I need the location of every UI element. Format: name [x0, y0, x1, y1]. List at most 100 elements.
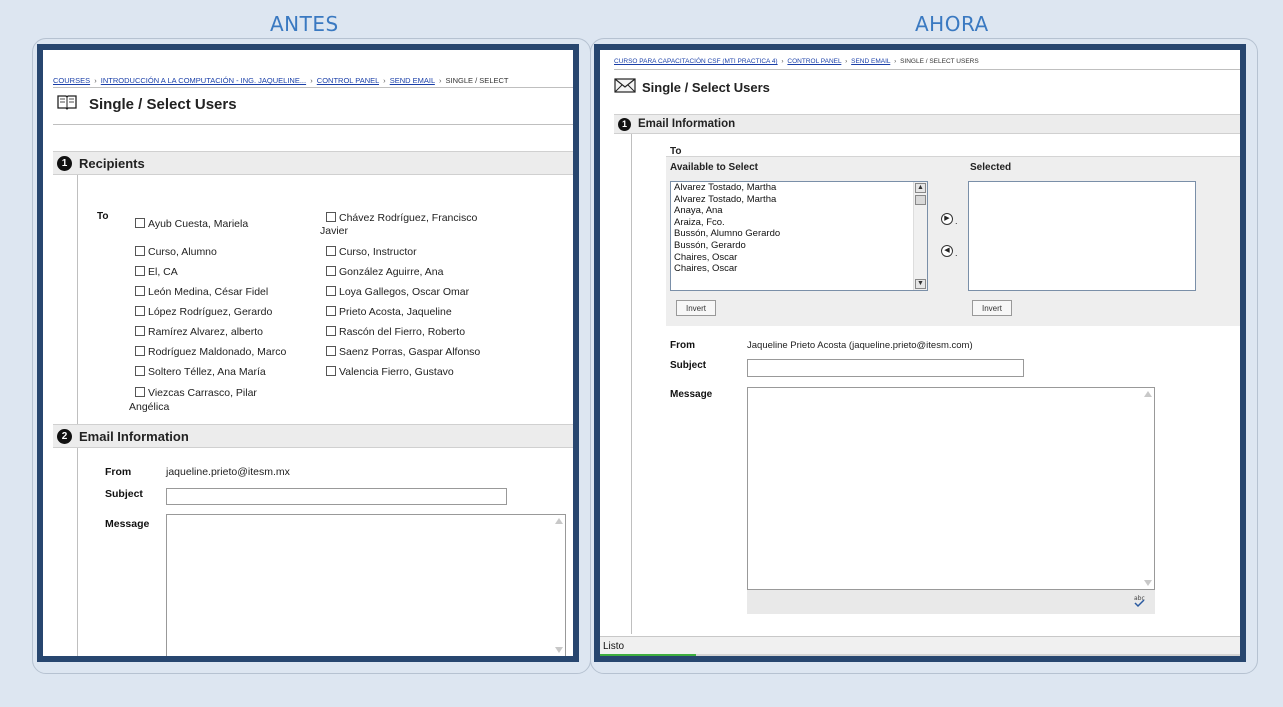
step-number: 1 — [618, 117, 631, 131]
checkbox[interactable] — [135, 326, 145, 336]
message-textarea[interactable] — [747, 387, 1155, 590]
recipient-checkbox[interactable]: Viezcas Carrasco, Pilar — [135, 387, 257, 400]
checkbox[interactable] — [326, 212, 336, 222]
checkbox[interactable] — [135, 218, 145, 228]
breadcrumb-course[interactable]: CURSO PARA CAPACITACIÓN CSF (MTI PRACTIC… — [614, 58, 778, 65]
recipient-checkbox[interactable]: González Aguirre, Ana — [326, 266, 443, 279]
spellcheck-icon[interactable]: abc — [1133, 594, 1145, 611]
breadcrumb-send-email[interactable]: SEND EMAIL — [851, 58, 890, 65]
scroll-down-icon[interactable] — [555, 647, 563, 653]
checkbox[interactable] — [135, 306, 145, 316]
scroll-up-icon[interactable] — [555, 518, 563, 524]
recipient-checkbox[interactable]: López Rodríguez, Gerardo — [135, 306, 272, 319]
breadcrumb-control-panel[interactable]: CONTROL PANEL — [787, 58, 841, 65]
recipient-checkbox[interactable]: Ramírez Alvarez, alberto — [135, 326, 263, 339]
list-item[interactable]: Chaires, Oscar — [671, 263, 927, 275]
breadcrumb-course[interactable]: INTRODUCCIÓN A LA COMPUTACIÓN - ING. JAQ… — [101, 76, 306, 85]
recipient-checkbox[interactable]: León Medina, César Fidel — [135, 286, 268, 299]
list-item[interactable]: Anaya, Ana — [671, 205, 927, 217]
list-item[interactable]: Araiza, Fco. — [671, 217, 927, 229]
list-scrollbar[interactable]: ▲ ▼ — [913, 182, 927, 290]
section-email-information: 2 Email Information — [53, 424, 573, 448]
to-selector-panel: Available to Select Selected Alvarez Tos… — [666, 156, 1240, 326]
after-screenshot: CURSO PARA CAPACITACIÓN CSF (MTI PRACTIC… — [594, 44, 1246, 662]
recipient-checkbox[interactable]: Loya Gallegos, Oscar Omar — [326, 286, 469, 299]
checkbox[interactable] — [135, 246, 145, 256]
breadcrumb-current: SINGLE / SELECT USERS — [900, 58, 979, 65]
selected-users-list[interactable] — [968, 181, 1196, 291]
recipient-checkbox[interactable]: El, CA — [135, 266, 178, 279]
subject-label: Subject — [105, 488, 143, 500]
list-item[interactable]: Bussón, Gerardo — [671, 240, 927, 252]
checkbox[interactable] — [326, 306, 336, 316]
section-email-information: 1 Email Information — [614, 114, 1240, 134]
antes-title: ANTES — [270, 12, 339, 36]
available-users-list[interactable]: Alvarez Tostado, Martha Alvarez Tostado,… — [670, 181, 928, 291]
taskbar-strip — [600, 654, 1240, 656]
scroll-thumb[interactable] — [915, 195, 926, 205]
to-label: To — [97, 211, 109, 222]
recipient-checkbox[interactable]: Curso, Alumno — [135, 246, 217, 259]
message-textarea[interactable] — [166, 514, 566, 656]
checkbox[interactable] — [326, 346, 336, 356]
envelope-icon — [614, 78, 636, 96]
recipient-checkbox[interactable]: Curso, Instructor — [326, 246, 417, 259]
scroll-down-icon[interactable] — [1144, 580, 1152, 586]
checkbox[interactable] — [135, 286, 145, 296]
breadcrumb-courses[interactable]: COURSES — [53, 76, 90, 85]
subject-input[interactable] — [166, 488, 507, 505]
subject-label: Subject — [670, 360, 707, 371]
recipient-checkbox[interactable]: Rascón del Fierro, Roberto — [326, 326, 465, 339]
breadcrumb-send-email[interactable]: SEND EMAIL — [390, 76, 435, 85]
divider — [53, 87, 573, 88]
scroll-up-icon[interactable] — [1144, 391, 1152, 397]
message-label: Message — [105, 518, 150, 530]
breadcrumb: CURSO PARA CAPACITACIÓN CSF (MTI PRACTIC… — [614, 58, 979, 65]
selected-label: Selected — [970, 162, 1012, 173]
checkbox[interactable] — [135, 366, 145, 376]
divider — [614, 69, 1240, 70]
checkbox[interactable] — [326, 366, 336, 376]
checkbox[interactable] — [326, 286, 336, 296]
checkbox[interactable] — [326, 266, 336, 276]
from-label: From — [670, 340, 695, 351]
recipient-checkbox[interactable]: Soltero Téllez, Ana María — [135, 366, 266, 379]
breadcrumb-current: SINGLE / SELECT — [445, 76, 509, 85]
move-right-icon[interactable]: ▶ — [941, 213, 953, 225]
checkbox[interactable] — [135, 346, 145, 356]
checkbox[interactable] — [135, 266, 145, 276]
page-title: Single / Select Users — [614, 78, 770, 96]
recipient-checkbox[interactable]: Saenz Porras, Gaspar Alfonso — [326, 346, 480, 359]
list-item[interactable]: Alvarez Tostado, Martha — [671, 194, 927, 206]
before-screenshot: COURSES › INTRODUCCIÓN A LA COMPUTACIÓN … — [37, 44, 579, 662]
recipient-checkbox[interactable]: Ayub Cuesta, Mariela — [135, 218, 248, 231]
section-recipients: 1 Recipients — [53, 151, 573, 175]
invert-available-button[interactable]: Invert — [676, 300, 716, 316]
list-item[interactable]: Chaires, Oscar — [671, 252, 927, 264]
list-item[interactable]: Bussón, Alumno Gerardo — [671, 228, 927, 240]
scroll-down-icon[interactable]: ▼ — [915, 279, 926, 289]
from-value: jaqueline.prieto@itesm.mx — [166, 466, 290, 478]
checkbox[interactable] — [326, 326, 336, 336]
breadcrumb: COURSES › INTRODUCCIÓN A LA COMPUTACIÓN … — [53, 76, 509, 85]
recipient-checkbox[interactable]: Rodríguez Maldonado, Marco — [135, 346, 286, 359]
checkbox[interactable] — [135, 387, 145, 397]
scroll-up-icon[interactable]: ▲ — [915, 183, 926, 193]
recipient-checkbox[interactable]: Valencia Fierro, Gustavo — [326, 366, 454, 379]
from-label: From — [105, 466, 132, 478]
list-item[interactable]: Alvarez Tostado, Martha — [671, 182, 927, 194]
book-icon — [57, 94, 77, 114]
checkbox[interactable] — [326, 246, 336, 256]
recipient-wrap: Javier — [320, 225, 349, 237]
step-number: 2 — [57, 428, 72, 444]
divider — [53, 124, 573, 125]
move-left-icon[interactable]: ◀ — [941, 245, 953, 257]
breadcrumb-control-panel[interactable]: CONTROL PANEL — [317, 76, 379, 85]
available-label: Available to Select — [670, 162, 758, 173]
message-toolbar: abc — [747, 590, 1155, 614]
recipient-checkbox[interactable]: Chávez Rodríguez, Francisco — [326, 212, 477, 225]
invert-selected-button[interactable]: Invert — [972, 300, 1012, 316]
recipient-checkbox[interactable]: Prieto Acosta, Jaqueline — [326, 306, 452, 319]
status-text: Listo — [603, 641, 625, 652]
subject-input[interactable] — [747, 359, 1024, 377]
